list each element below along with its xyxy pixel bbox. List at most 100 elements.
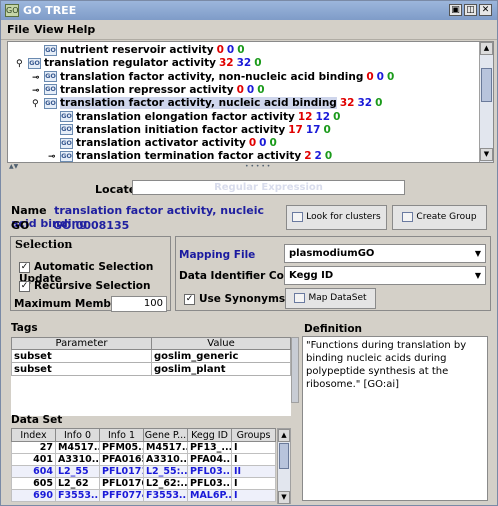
count-green: 0 (386, 70, 395, 83)
recursive-checkbox-row[interactable]: ✓ Recursive Selection (19, 280, 151, 292)
dataset-table: Index Info 0 Info 1 Gene P... Kegg ID Gr… (11, 428, 276, 502)
table-cell: 604 (11, 465, 56, 478)
use-synonyms-checkbox-row[interactable]: ✓ Use Synonyms (184, 293, 285, 305)
tree-node[interactable]: ⚲ GO translation regulator activity 32 32 0 (16, 57, 262, 70)
table-cell: 401 (11, 453, 56, 466)
create-group-button[interactable]: Create Group (392, 205, 487, 230)
recursive-checkbox[interactable]: ✓ (19, 280, 30, 292)
table-cell: I (231, 453, 276, 466)
locate-input[interactable]: Regular Expression (132, 180, 405, 195)
map-icon (294, 292, 306, 303)
maximize-button[interactable]: ◫ (464, 4, 477, 16)
count-red: 12 (297, 110, 313, 123)
panel-splitter[interactable] (7, 312, 494, 319)
tags-header-value[interactable]: Value (151, 337, 291, 350)
dataset-header-gene[interactable]: Gene P... (143, 428, 188, 442)
table-row[interactable]: 690F3553...PFF0774F3553...MAL6P...I (11, 489, 276, 502)
dataset-title: Data Set (11, 414, 63, 426)
tree-node[interactable]: ⊸ GO translation termination factor activi… (48, 150, 332, 162)
minimize-button[interactable]: ▣ (449, 4, 462, 16)
table-cell: I (231, 489, 276, 502)
tree-scrollbar[interactable]: ▲ ▼ (479, 42, 493, 162)
scroll-down-arrow-icon[interactable]: ▼ (480, 148, 493, 161)
table-cell: PFL03... (187, 477, 232, 490)
count-blue: 17 (305, 123, 321, 136)
menu-view[interactable]: View (34, 23, 64, 36)
data-identifier-column-select[interactable]: Kegg ID ▼ (284, 266, 486, 285)
menu-help[interactable]: Help (67, 23, 95, 36)
table-row[interactable]: 604 L2_55 PFL0171 L2_55:... PFL03... II (11, 465, 276, 478)
go-term-icon: GO (44, 44, 57, 56)
go-id-value: GO:0008135 (52, 219, 130, 232)
table-row[interactable]: 605 L2_62 PFL0176 L2_62:... PFL03... I (11, 477, 276, 490)
table-row[interactable]: 27M4517...PFM05...M4517...PF13_...I (11, 441, 276, 454)
table-row[interactable]: 401A3310...PFA0165A3310...PFA04...I (11, 453, 276, 466)
tree-node[interactable]: GO nutrient reservoir activity 0 0 0 (32, 44, 245, 57)
go-term-icon: GO (60, 137, 73, 149)
mapping-file-value: plasmodiumGO (289, 248, 375, 259)
tree-node[interactable]: ⊸ GO translation factor activity, non-nucl… (32, 71, 394, 84)
tree-node-label: translation initiation factor activity (76, 123, 286, 136)
scroll-thumb[interactable] (279, 443, 289, 469)
tree-node[interactable]: GO translation elongation factor activity… (48, 111, 340, 124)
expanded-toggle-icon[interactable]: ⚲ (32, 98, 44, 111)
look-for-clusters-button[interactable]: Look for clusters (286, 205, 387, 230)
dropdown-arrow-icon[interactable]: ▼ (475, 267, 481, 284)
collapsed-toggle-icon[interactable]: ⊸ (48, 151, 60, 162)
menu-file[interactable]: File (7, 23, 30, 36)
scroll-up-arrow-icon[interactable]: ▲ (480, 42, 493, 55)
close-button[interactable]: ✕ (479, 4, 492, 16)
tags-scrollbar[interactable] (291, 337, 299, 403)
tree-node-label: translation elongation factor activity (76, 110, 295, 123)
splitter-arrow-icon[interactable]: ▲▼ (9, 163, 18, 170)
max-members-input[interactable]: 100 (111, 296, 167, 312)
map-dataset-button[interactable]: Map DataSet (285, 288, 376, 309)
tree-node-label: translation repressor activity (60, 83, 234, 96)
table-row[interactable]: subset goslim_plant (11, 362, 291, 376)
scroll-up-arrow-icon[interactable]: ▲ (278, 429, 290, 442)
count-red: 0 (216, 44, 224, 56)
dataset-header-index[interactable]: Index (11, 428, 56, 442)
table-cell: 605 (11, 477, 56, 490)
count-red: 0 (366, 70, 374, 83)
scroll-thumb[interactable] (481, 68, 492, 102)
collapsed-toggle-icon[interactable]: ⊸ (32, 85, 44, 98)
mapping-file-label: Mapping File (179, 249, 256, 261)
splitter-grip-icon[interactable]: • • • • • (245, 163, 270, 170)
table-cell: L2_62:... (143, 477, 188, 490)
mapping-file-select[interactable]: plasmodiumGO ▼ (284, 244, 486, 263)
tree-node-label: translation activator activity (76, 137, 246, 150)
dataset-panel: Data Set Index Info 0 Info 1 Gene P... K… (9, 413, 293, 505)
go-term-icon: GO (44, 97, 57, 109)
window-title: GO TREE (23, 4, 77, 17)
menu-bar: File View Help (1, 20, 497, 40)
table-cell: goslim_generic (151, 349, 291, 363)
data-identifier-column-value: Kegg ID (289, 270, 334, 281)
tags-header-parameter[interactable]: Parameter (11, 337, 152, 350)
tree-node[interactable]: ⊸ GO translation repressor activity 0 0 0 (32, 84, 265, 97)
tree-splitter[interactable]: ▲▼ • • • • • (7, 163, 494, 170)
tree-node[interactable]: ⚲ GO translation factor activity, nucleic … (32, 97, 382, 110)
expanded-toggle-icon[interactable]: ⚲ (16, 58, 28, 71)
dataset-header-kegg-id[interactable]: Kegg ID (187, 428, 232, 442)
auto-update-checkbox[interactable]: ✓ (19, 261, 30, 273)
go-tree-view[interactable]: ⊸ GO translation termination factor activi… (7, 41, 494, 163)
dataset-header-info0[interactable]: Info 0 (55, 428, 100, 442)
dataset-scrollbar[interactable]: ▲ ▼ (277, 428, 291, 504)
go-term-icon: GO (60, 111, 73, 122)
definition-panel: Definition "Functions during translation… (301, 322, 492, 504)
dataset-header-info1[interactable]: Info 1 (99, 428, 144, 442)
collapsed-toggle-icon[interactable]: ⊸ (32, 72, 44, 85)
tree-node[interactable]: GO translation activator activity 0 0 0 (48, 137, 277, 150)
table-row[interactable]: subset goslim_generic (11, 349, 291, 363)
scroll-down-arrow-icon[interactable]: ▼ (278, 491, 290, 504)
tree-node[interactable]: GO translation initiation factor activity… (48, 124, 331, 137)
count-red: 0 (236, 83, 244, 96)
table-cell: 27 (11, 441, 56, 454)
title-bar[interactable]: GO GO TREE ▣ ◫ ✕ (1, 1, 497, 20)
go-term-icon: GO (60, 150, 73, 162)
dataset-header-groups[interactable]: Groups (231, 428, 276, 442)
dropdown-arrow-icon[interactable]: ▼ (475, 245, 481, 262)
use-synonyms-checkbox[interactable]: ✓ (184, 293, 195, 305)
table-cell: goslim_plant (151, 362, 291, 376)
